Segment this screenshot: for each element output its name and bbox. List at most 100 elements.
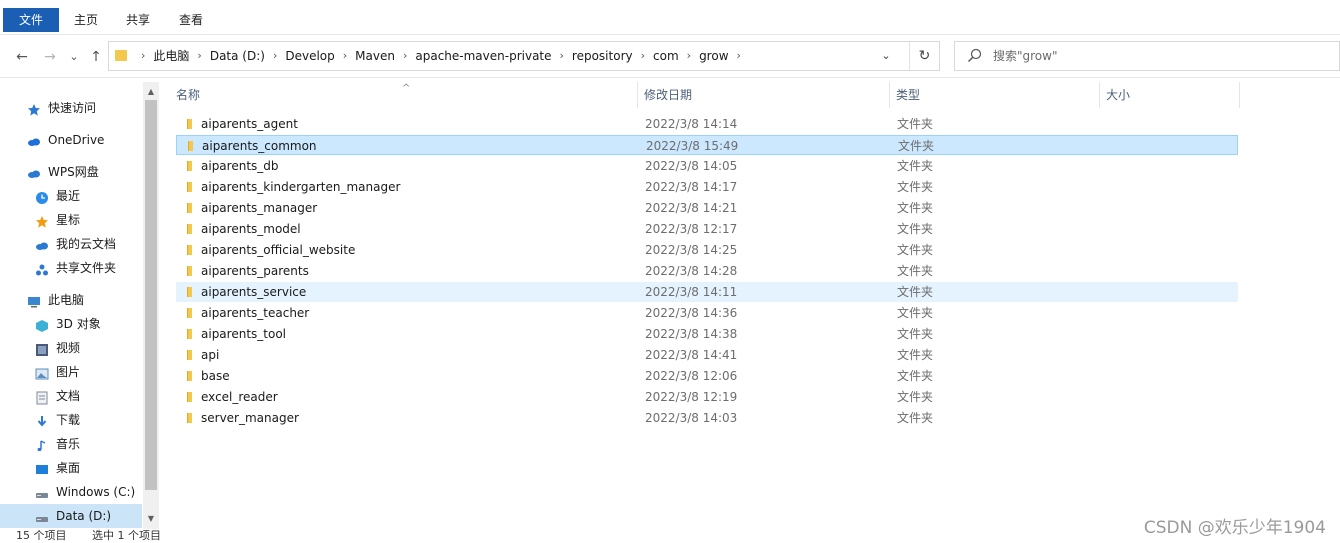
folder-icon xyxy=(187,371,192,381)
tab-home[interactable]: 主页 xyxy=(60,8,112,32)
search-box[interactable]: 搜索"grow" xyxy=(954,41,1340,71)
sidebar-item[interactable]: 视频 xyxy=(0,336,142,360)
file-name: server_manager xyxy=(201,411,299,425)
tab-view[interactable]: 查看 xyxy=(164,8,218,32)
file-type: 文件夹 xyxy=(897,369,934,383)
file-type: 文件夹 xyxy=(898,139,935,153)
breadcrumb-separator-icon[interactable]: › xyxy=(737,42,741,70)
scroll-down-arrow-icon[interactable]: ▼ xyxy=(143,511,159,527)
breadcrumb-separator-icon[interactable]: › xyxy=(141,42,145,70)
search-input[interactable]: 搜索"grow" xyxy=(993,42,1057,70)
file-row[interactable]: aiparents_model 2022/3/8 12:17 文件夹 xyxy=(176,219,1238,239)
computer-icon xyxy=(27,293,41,308)
breadcrumb-separator-icon[interactable]: › xyxy=(197,42,201,70)
file-row[interactable]: base 2022/3/8 12:06 文件夹 xyxy=(176,366,1238,386)
file-row[interactable]: aiparents_official_website 2022/3/8 14:25… xyxy=(176,240,1238,260)
sidebar-item[interactable]: 3D 对象 xyxy=(0,312,142,336)
file-row[interactable]: aiparents_agent 2022/3/8 14:14 文件夹 xyxy=(176,114,1238,134)
sidebar-item[interactable]: 文档 xyxy=(0,384,142,408)
sidebar-item[interactable]: 下载 xyxy=(0,408,142,432)
file-row[interactable]: aiparents_manager 2022/3/8 14:21 文件夹 xyxy=(176,198,1238,218)
drive-d-icon xyxy=(35,509,49,523)
file-type: 文件夹 xyxy=(897,264,934,278)
file-row[interactable]: server_manager 2022/3/8 14:03 文件夹 xyxy=(176,408,1238,428)
file-name: aiparents_official_website xyxy=(201,243,356,257)
sidebar-item[interactable]: 快速访问 xyxy=(0,96,142,120)
address-bar[interactable]: › 此电脑 › Data (D:) › Develop › Maven › apache-mave… xyxy=(108,41,940,71)
breadcrumb-separator-icon[interactable]: › xyxy=(273,42,277,70)
desktop-icon xyxy=(35,461,49,475)
scroll-thumb[interactable] xyxy=(145,100,157,490)
column-header-type[interactable]: 类型 xyxy=(890,82,1100,108)
file-row[interactable]: api 2022/3/8 14:41 文件夹 xyxy=(176,345,1238,365)
file-row[interactable]: aiparents_kindergarten_manager 2022/3/8 1… xyxy=(176,177,1238,197)
video-icon xyxy=(35,341,49,356)
column-header-date[interactable]: 修改日期 xyxy=(638,82,890,108)
file-type: 文件夹 xyxy=(897,201,934,215)
breadcrumb-item[interactable]: Maven xyxy=(355,42,395,70)
pictures-icon xyxy=(35,365,49,380)
navigation-pane-scrollbar[interactable]: ▲ ▼ xyxy=(143,82,159,529)
breadcrumb-item[interactable]: apache-maven-private xyxy=(415,42,551,70)
breadcrumb-item[interactable]: com xyxy=(653,42,679,70)
back-button[interactable]: ← xyxy=(12,47,32,67)
sidebar-item-label: 最近 xyxy=(56,189,81,203)
tab-share[interactable]: 共享 xyxy=(112,8,164,32)
tab-file[interactable]: 文件 xyxy=(3,8,59,32)
file-row[interactable]: aiparents_db 2022/3/8 14:05 文件夹 xyxy=(176,156,1238,176)
breadcrumb-separator-icon[interactable]: › xyxy=(641,42,645,70)
breadcrumb-item[interactable]: Data (D:) xyxy=(210,42,265,70)
file-modified-date: 2022/3/8 14:14 xyxy=(645,117,738,131)
breadcrumb-item[interactable]: 此电脑 xyxy=(153,42,189,70)
column-header-size[interactable]: 大小 xyxy=(1100,82,1240,108)
sidebar-item-label: 音乐 xyxy=(56,437,81,451)
sidebar-item[interactable]: Windows (C:) xyxy=(0,480,142,504)
sidebar-item[interactable]: 我的云文档 xyxy=(0,232,142,256)
file-row[interactable]: aiparents_tool 2022/3/8 14:38 文件夹 xyxy=(176,324,1238,344)
sidebar-item[interactable]: OneDrive xyxy=(0,128,142,152)
item-count: 15 个项目 xyxy=(16,529,67,542)
breadcrumb-item[interactable]: repository xyxy=(572,42,633,70)
file-row[interactable]: aiparents_common 2022/3/8 15:49 文件夹 xyxy=(176,135,1238,155)
sidebar-item-label: 视频 xyxy=(56,341,81,355)
forward-button[interactable]: → xyxy=(40,47,60,67)
file-row[interactable]: aiparents_service 2022/3/8 14:11 文件夹 xyxy=(176,282,1238,302)
sidebar-item[interactable]: 音乐 xyxy=(0,432,142,456)
file-row[interactable]: aiparents_teacher 2022/3/8 14:36 文件夹 xyxy=(176,303,1238,323)
sidebar-item[interactable]: 桌面 xyxy=(0,456,142,480)
refresh-button[interactable]: ↻ xyxy=(909,42,939,70)
scroll-up-arrow-icon[interactable]: ▲ xyxy=(143,84,159,100)
file-name: aiparents_service xyxy=(201,285,307,299)
column-header-name[interactable]: 名称 ^ xyxy=(170,82,638,108)
recent-locations-button[interactable]: ⌄ xyxy=(64,47,84,67)
sidebar-item[interactable]: 此电脑 xyxy=(0,288,142,312)
sidebar-item-label: 图片 xyxy=(56,365,81,379)
breadcrumb-separator-icon[interactable]: › xyxy=(343,42,347,70)
file-modified-date: 2022/3/8 15:49 xyxy=(646,139,739,153)
sidebar-item[interactable]: 星标 xyxy=(0,208,142,232)
sidebar-item[interactable]: 共享文件夹 xyxy=(0,256,142,280)
file-modified-date: 2022/3/8 12:17 xyxy=(645,222,738,236)
breadcrumb-separator-icon[interactable]: › xyxy=(687,42,691,70)
breadcrumb-item[interactable]: Develop xyxy=(285,42,334,70)
star-icon xyxy=(35,213,49,228)
breadcrumb-separator-icon[interactable]: › xyxy=(403,42,407,70)
sidebar-item-label: 桌面 xyxy=(56,461,81,475)
up-button[interactable]: ↑ xyxy=(86,47,106,67)
wps-cloud-icon xyxy=(27,165,41,179)
music-icon xyxy=(35,437,49,452)
sidebar-item[interactable]: WPS网盘 xyxy=(0,160,142,184)
breadcrumb-item[interactable]: grow xyxy=(699,42,728,70)
sidebar-item[interactable]: 最近 xyxy=(0,184,142,208)
address-dropdown-button[interactable]: ⌄ xyxy=(877,42,895,70)
sidebar-item-label: 文档 xyxy=(56,389,81,403)
sidebar-item[interactable]: 图片 xyxy=(0,360,142,384)
breadcrumb-separator-icon[interactable]: › xyxy=(560,42,564,70)
folder-icon xyxy=(187,413,192,423)
file-modified-date: 2022/3/8 14:25 xyxy=(645,243,738,257)
sidebar-item[interactable]: Data (D:) xyxy=(0,504,142,528)
file-row[interactable]: aiparents_parents 2022/3/8 14:28 文件夹 xyxy=(176,261,1238,281)
file-row[interactable]: excel_reader 2022/3/8 12:19 文件夹 xyxy=(176,387,1238,407)
file-name: aiparents_model xyxy=(201,222,301,236)
sidebar-item-label: 共享文件夹 xyxy=(56,261,117,275)
